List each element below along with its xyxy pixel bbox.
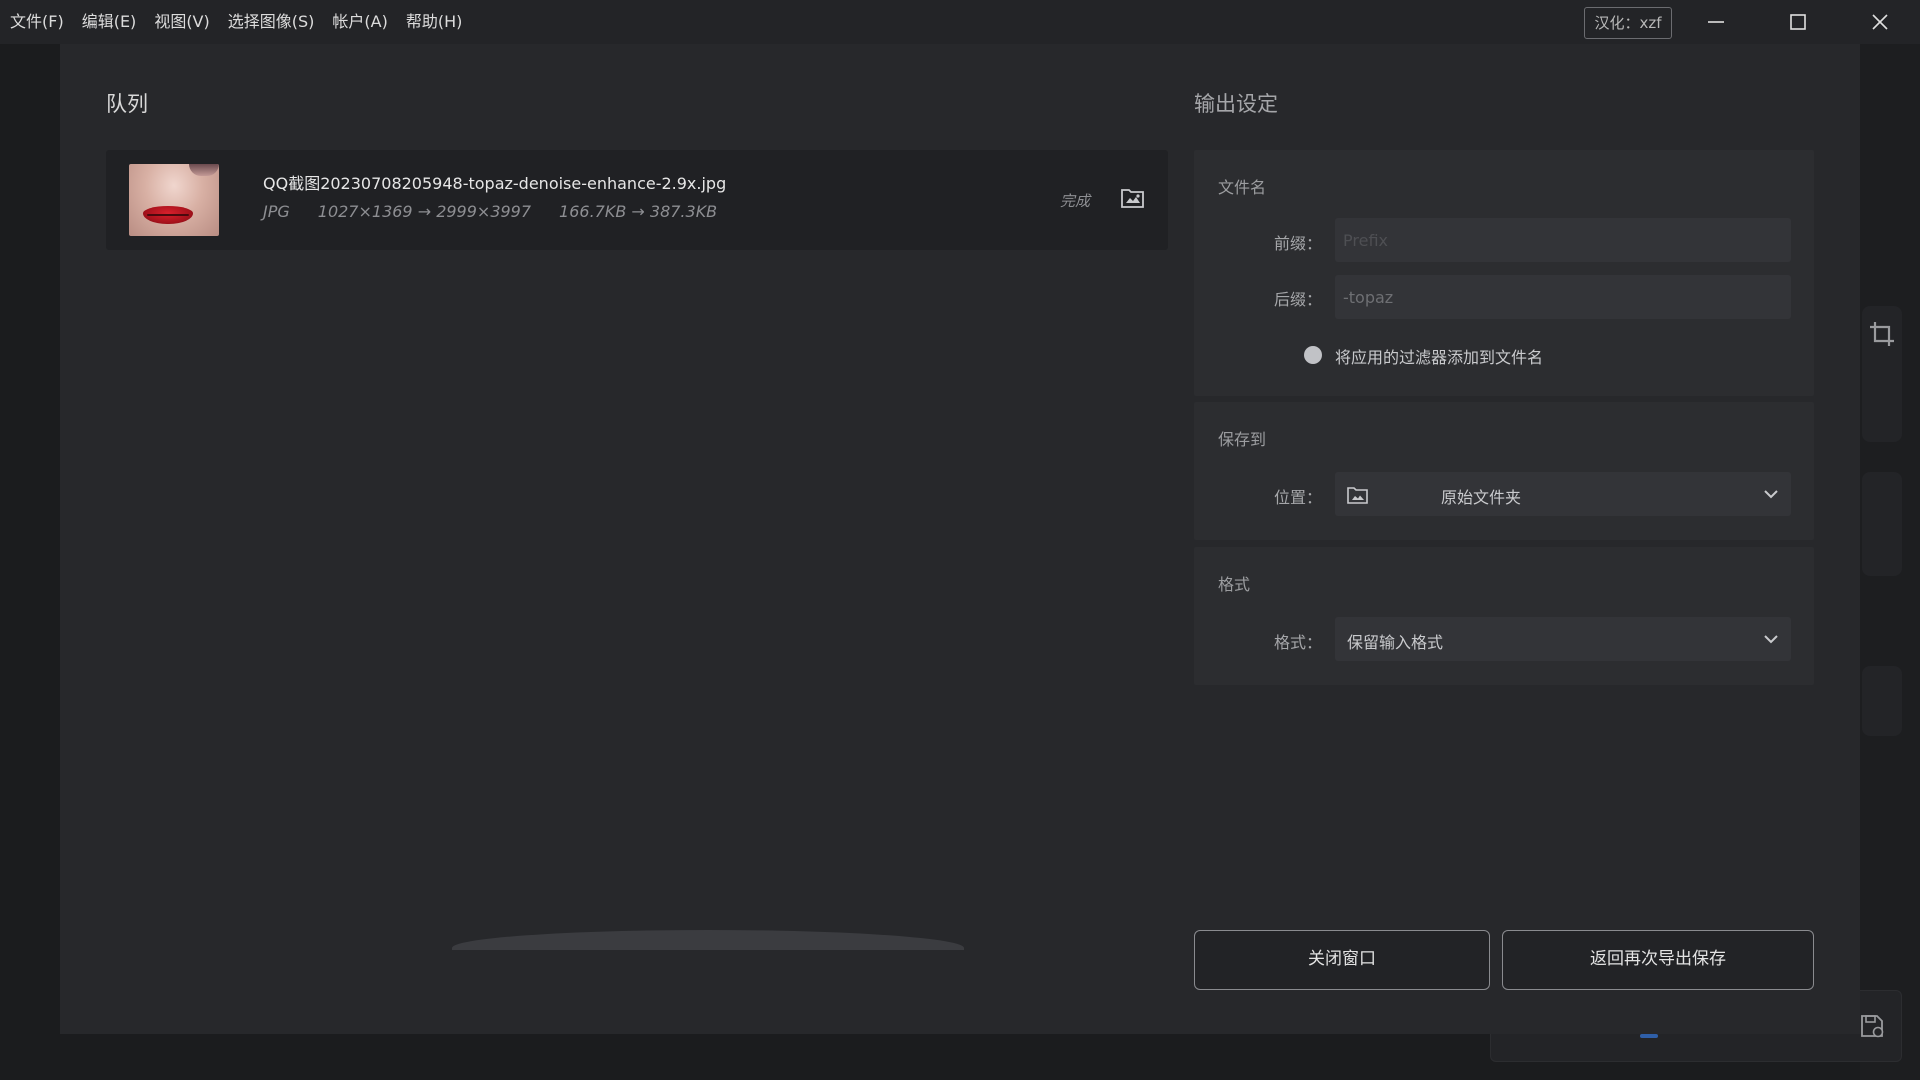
localization-badge: 汉化：xzf bbox=[1584, 7, 1672, 39]
folder-image-icon bbox=[1347, 487, 1368, 504]
maximize-icon bbox=[1790, 14, 1806, 30]
open-folder-icon[interactable] bbox=[1120, 186, 1146, 210]
menu-edit[interactable]: 编辑(E) bbox=[73, 0, 146, 44]
format-panel: 格式 格式： 保留输入格式 bbox=[1194, 547, 1814, 685]
maximize-button[interactable] bbox=[1758, 0, 1838, 44]
save-to-panel: 保存到 位置： 原始文件夹 bbox=[1194, 402, 1814, 540]
save-to-section-label: 保存到 bbox=[1218, 430, 1267, 449]
menu-account[interactable]: 帐户(A) bbox=[323, 0, 396, 44]
chevron-down-icon bbox=[1764, 635, 1778, 644]
queue-list-item[interactable]: QQ截图20230708205948-topaz-denoise-enhance… bbox=[106, 150, 1168, 250]
close-icon bbox=[1872, 14, 1888, 30]
location-select[interactable]: 原始文件夹 bbox=[1335, 472, 1791, 516]
output-settings-title: 输出设定 bbox=[1194, 92, 1278, 116]
save-icon bbox=[1861, 1015, 1884, 1038]
format-section-label: 格式 bbox=[1218, 575, 1251, 594]
filename-panel: 文件名 前缀： 后缀： 将应用的过滤器添加到文件名 bbox=[1194, 150, 1814, 396]
prefix-label: 前缀： bbox=[1274, 234, 1323, 253]
file-size: 166.7KB → 387.3KB bbox=[559, 202, 718, 221]
image-thumbnail bbox=[129, 164, 219, 236]
prefix-input[interactable] bbox=[1335, 218, 1791, 262]
filename-section-label: 文件名 bbox=[1218, 178, 1267, 197]
file-format: JPG bbox=[263, 202, 290, 221]
format-value: 保留输入格式 bbox=[1347, 633, 1444, 652]
background-tool-card bbox=[1862, 472, 1902, 576]
background-accent bbox=[1640, 1034, 1658, 1038]
background-tool-card bbox=[1862, 666, 1902, 736]
export-dialog: 队列 QQ截图20230708205948-topaz-denoise-enha… bbox=[60, 44, 1860, 1034]
queue-scroll-indicator[interactable] bbox=[452, 930, 964, 950]
chevron-down-icon bbox=[1764, 490, 1778, 499]
minimize-icon bbox=[1708, 21, 1724, 23]
file-dimensions: 1027×1369 → 2999×3997 bbox=[317, 202, 532, 221]
queue-title: 队列 bbox=[106, 92, 148, 116]
file-name: QQ截图20230708205948-topaz-denoise-enhance… bbox=[263, 174, 727, 193]
location-label: 位置： bbox=[1274, 488, 1323, 507]
file-meta: JPG 1027×1369 → 2999×3997 166.7KB → 387.… bbox=[263, 202, 717, 221]
title-bar: 文件(F) 编辑(E) 视图(V) 选择图像(S) 帐户(A) 帮助(H) 汉化… bbox=[0, 0, 1920, 44]
suffix-label: 后缀： bbox=[1274, 290, 1323, 309]
menu-help[interactable]: 帮助(H) bbox=[397, 0, 472, 44]
close-window-button[interactable]: 关闭窗口 bbox=[1194, 930, 1490, 990]
status-label: 完成 bbox=[1060, 192, 1091, 210]
add-filters-toggle[interactable] bbox=[1304, 346, 1322, 364]
close-button[interactable] bbox=[1840, 0, 1920, 44]
format-label: 格式： bbox=[1274, 633, 1323, 652]
menu-view[interactable]: 视图(V) bbox=[145, 0, 218, 44]
menu-file[interactable]: 文件(F) bbox=[10, 0, 73, 44]
return-export-button[interactable]: 返回再次导出保存 bbox=[1502, 930, 1814, 990]
add-filters-label: 将应用的过滤器添加到文件名 bbox=[1335, 348, 1544, 367]
minimize-button[interactable] bbox=[1676, 0, 1756, 44]
suffix-input[interactable] bbox=[1335, 275, 1791, 319]
format-select[interactable]: 保留输入格式 bbox=[1335, 617, 1791, 661]
menu-select-image[interactable]: 选择图像(S) bbox=[219, 0, 324, 44]
location-value: 原始文件夹 bbox=[1441, 488, 1522, 507]
menu-bar: 文件(F) 编辑(E) 视图(V) 选择图像(S) 帐户(A) 帮助(H) bbox=[0, 0, 471, 44]
crop-icon bbox=[1870, 322, 1894, 346]
